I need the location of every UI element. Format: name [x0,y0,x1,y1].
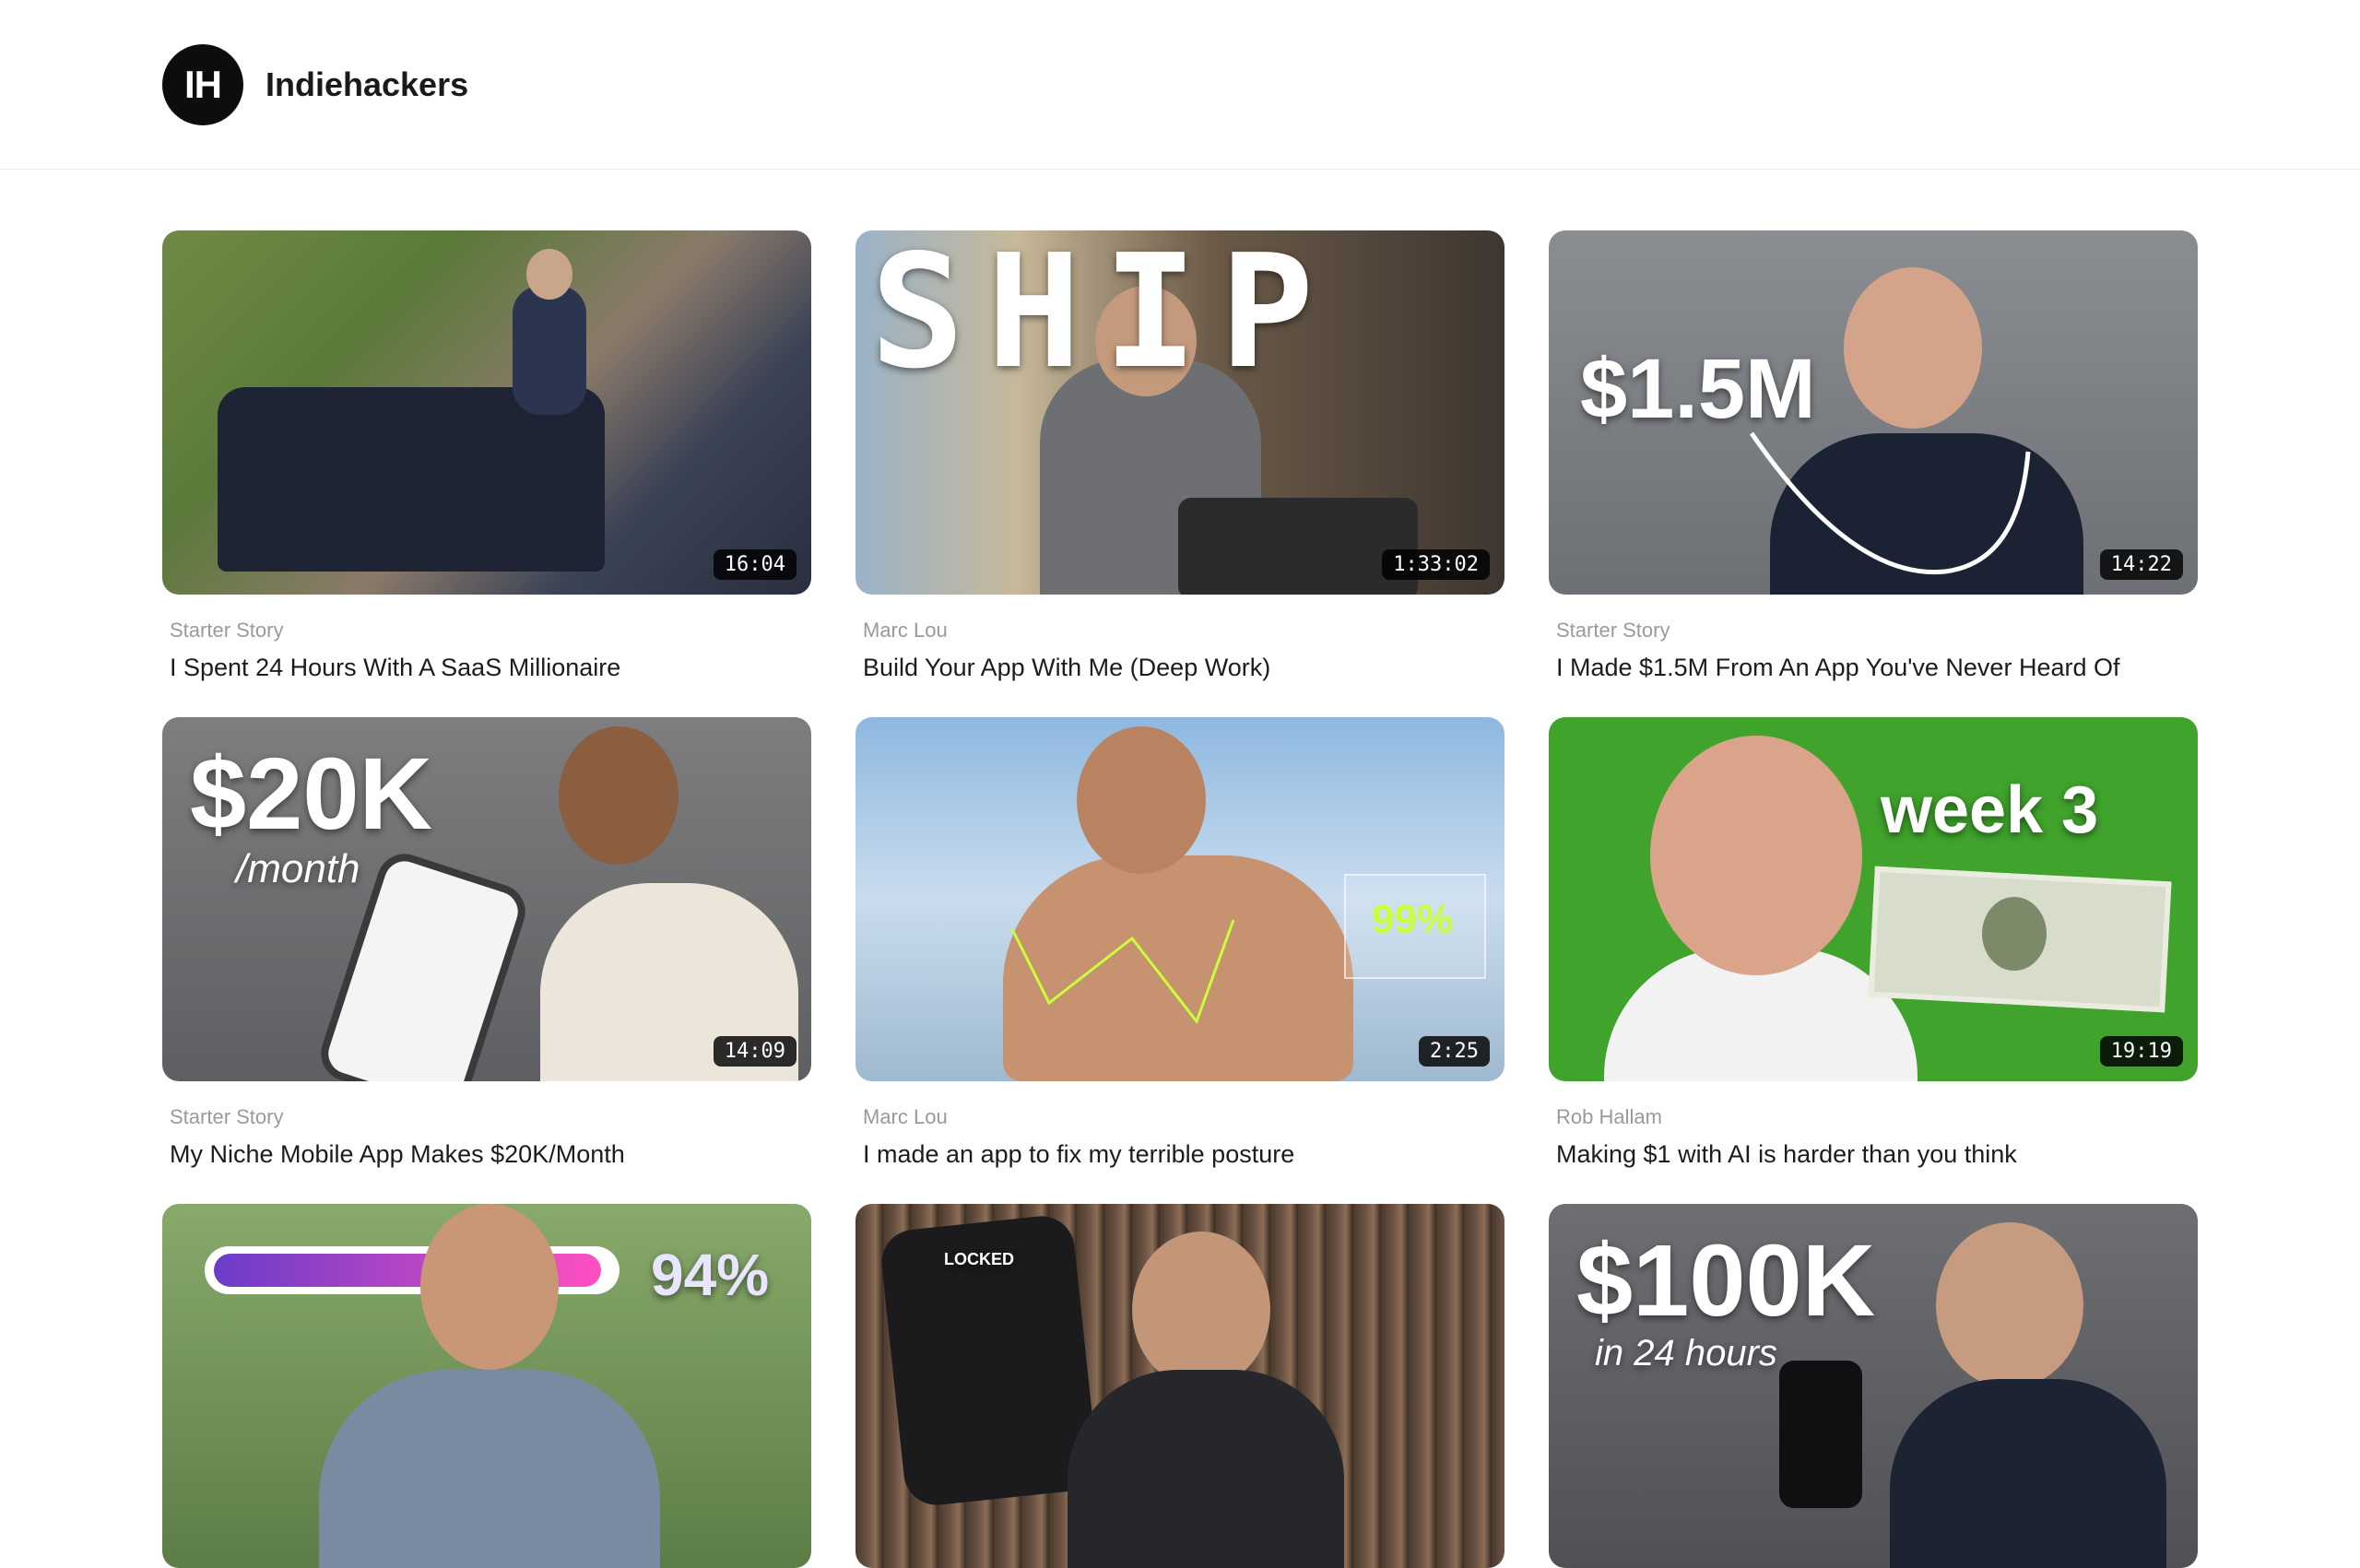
video-thumbnail[interactable]: $20K /month 14:09 [162,717,811,1081]
site-header: IH Indiehackers [0,0,2360,170]
video-title[interactable]: I made an app to fix my terrible posture [863,1140,1504,1169]
video-title[interactable]: I Made $1.5M From An App You've Never He… [1556,654,2198,682]
channel-name[interactable]: Marc Lou [863,1105,1504,1129]
video-title[interactable]: I Spent 24 Hours With A SaaS Millionaire [170,654,811,682]
channel-name[interactable]: Marc Lou [863,619,1504,643]
brand-name[interactable]: Indiehackers [266,65,468,104]
video-card[interactable]: $100K in 24 hours [1549,1204,2198,1568]
channel-name[interactable]: Starter Story [170,619,811,643]
video-card[interactable]: 16:04 Starter Story I Spent 24 Hours Wit… [162,230,811,682]
video-card[interactable]: 99% 2:25 Marc Lou I made an app to fix m… [856,717,1504,1169]
video-thumbnail[interactable]: 16:04 [162,230,811,595]
video-thumbnail[interactable]: 99% 2:25 [856,717,1504,1081]
video-card[interactable]: week 3 19:19 Rob Hallam Making $1 with A… [1549,717,2198,1169]
video-duration: 1:33:02 [1382,549,1490,580]
posture-lines-icon [1010,919,1235,1025]
indiehackers-logo[interactable]: IH [162,43,243,125]
video-card[interactable]: LOCKED [856,1204,1504,1568]
video-duration: 14:09 [713,1036,796,1067]
video-thumbnail[interactable]: 94% [162,1204,811,1568]
video-duration: 14:22 [2099,549,2183,580]
video-duration: 2:25 [1419,1036,1490,1067]
thumbnail-overlay-subtext: /month [236,846,360,891]
channel-name[interactable]: Starter Story [1556,619,2198,643]
thumbnail-overlay-text: $20K [190,737,432,851]
thumbnail-image [162,230,811,595]
thumbnail-overlay-text: 99% [1372,897,1454,942]
video-thumbnail[interactable]: $100K in 24 hours [1549,1204,2198,1568]
thumbnail-overlay-text: SHIP [870,230,1337,404]
video-card[interactable]: SHIP 1:33:02 Marc Lou Build Your App Wit… [856,230,1504,682]
video-title[interactable]: My Niche Mobile App Makes $20K/Month [170,1140,811,1169]
video-thumbnail[interactable]: LOCKED [856,1204,1504,1568]
video-title[interactable]: Build Your App With Me (Deep Work) [863,654,1504,682]
thumbnail-overlay-text: 94% [651,1242,770,1308]
channel-name[interactable]: Starter Story [170,1105,811,1129]
arrow-icon [1749,431,2031,575]
video-card[interactable]: $1.5M 14:22 Starter Story I Made $1.5M F… [1549,230,2198,682]
thumbnail-overlay-subtext: in 24 hours [1595,1333,1777,1373]
thumbnail-overlay-text: week 3 [1881,773,2099,847]
video-grid: 16:04 Starter Story I Spent 24 Hours Wit… [162,230,2198,1568]
video-thumbnail[interactable]: week 3 19:19 [1549,717,2198,1081]
thumbnail-image [1549,717,2198,1081]
video-duration: 19:19 [2099,1036,2183,1067]
thumbnail-overlay-text: $100K [1576,1224,1876,1338]
channel-name[interactable]: Rob Hallam [1556,1105,2198,1129]
video-duration: 16:04 [713,549,796,580]
video-thumbnail[interactable]: $1.5M 14:22 [1549,230,2198,595]
video-title[interactable]: Making $1 with AI is harder than you thi… [1556,1140,2198,1169]
thumbnail-overlay-text: LOCKED [944,1250,1014,1268]
video-thumbnail[interactable]: SHIP 1:33:02 [856,230,1504,595]
thumbnail-overlay-text: $1.5M [1580,342,1816,436]
video-card[interactable]: $20K /month 14:09 Starter Story My Niche… [162,717,811,1169]
video-card[interactable]: 94% [162,1204,811,1568]
